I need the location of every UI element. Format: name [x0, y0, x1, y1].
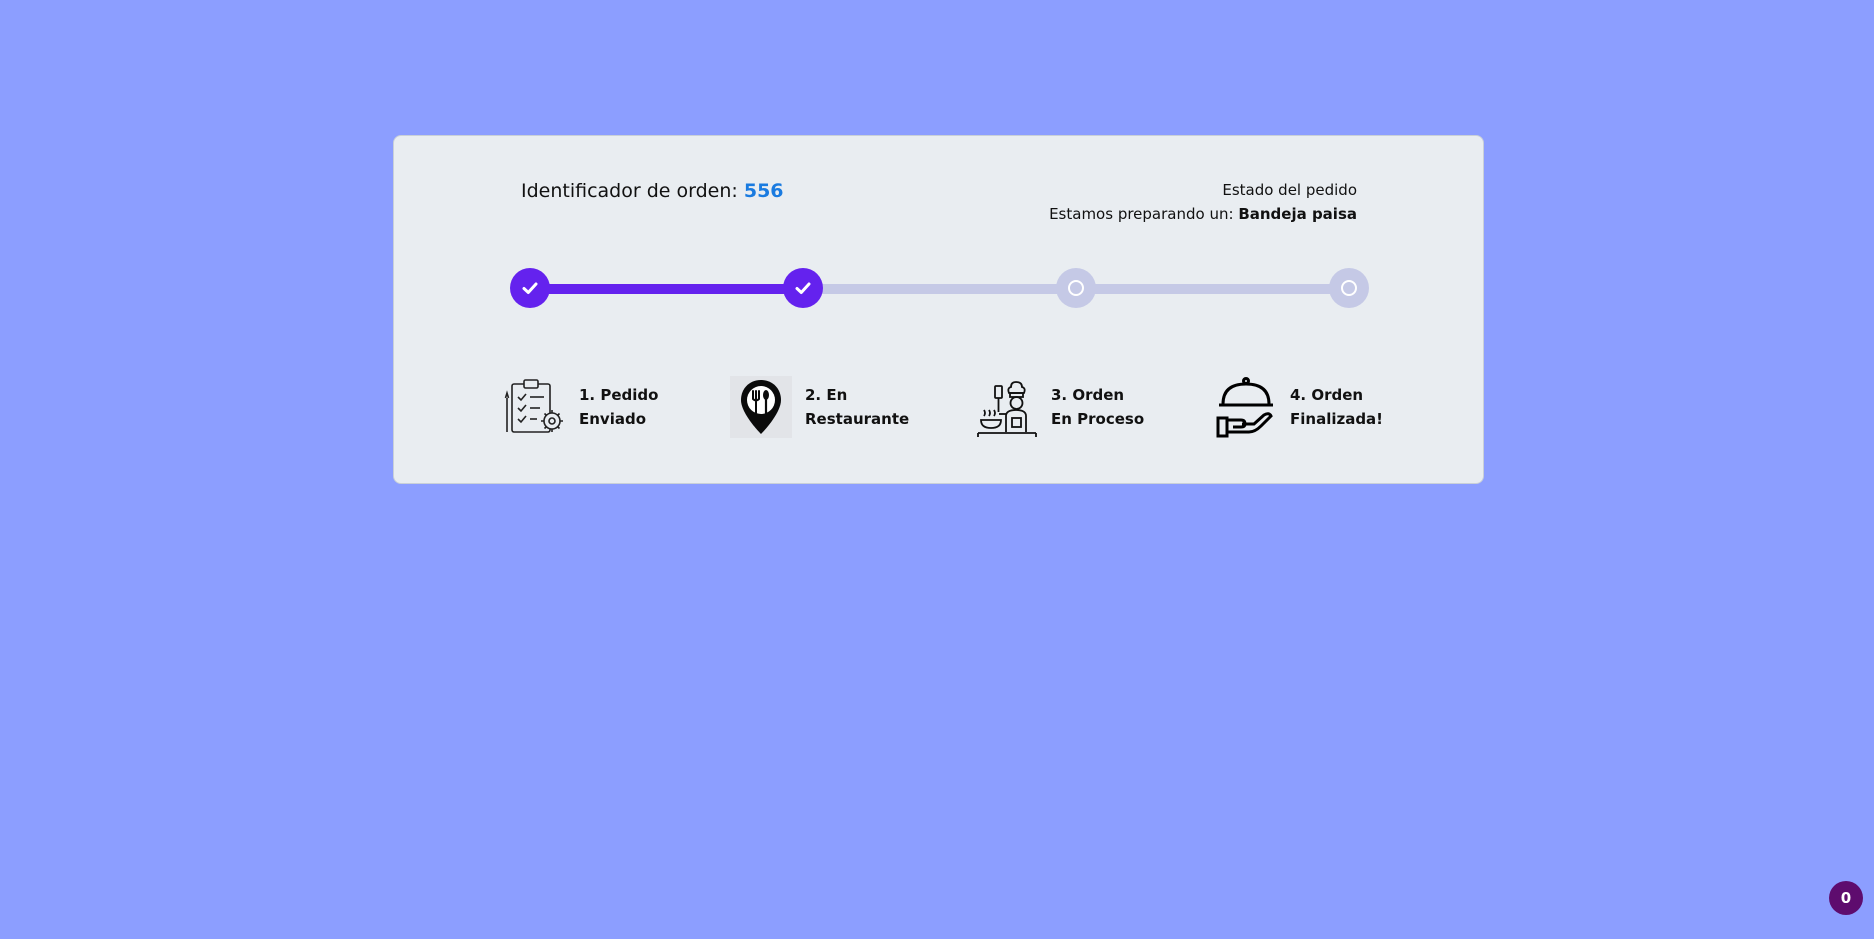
step-3-title: 3. Orden — [1051, 386, 1125, 404]
progress-fill — [530, 284, 804, 294]
dish-name: Bandeja paisa — [1238, 205, 1357, 223]
step-3-label: 3. Orden En Proceso — [1051, 383, 1151, 431]
preparing-label: Estamos preparando un: — [1049, 205, 1234, 223]
step-list: 1. Pedido Enviado 2. En Restaurante 3. O… — [394, 376, 1483, 446]
step-2: 2. En Restaurante — [730, 376, 910, 438]
step-2-subtitle: Restaurante — [805, 410, 910, 428]
step-1-subtitle: Enviado — [579, 410, 647, 428]
step-1-title: 1. Pedido — [579, 386, 659, 404]
step-4-subtitle: Finalizada! — [1290, 410, 1384, 428]
step-node-4 — [1329, 268, 1369, 308]
step-1: 1. Pedido Enviado — [504, 376, 679, 438]
step-3-subtitle: En Proceso — [1051, 410, 1145, 428]
step-4-label: 4. Orden Finalizada! — [1290, 383, 1390, 431]
order-id-value: 556 — [743, 180, 784, 202]
status-preparing: Estamos preparando un: Bandeja paisa — [1049, 202, 1357, 226]
progress-stepper — [510, 268, 1370, 310]
order-status-card: Identificador de orden: 556 Estado del p… — [393, 135, 1484, 484]
check-icon — [522, 282, 538, 294]
step-1-label: 1. Pedido Enviado — [579, 383, 679, 431]
order-status: Estado del pedido Estamos preparando un:… — [1049, 178, 1357, 226]
check-icon — [795, 282, 811, 294]
step-node-1 — [510, 268, 550, 308]
step-4: 4. Orden Finalizada! — [1215, 376, 1390, 438]
progress-track — [530, 284, 1350, 294]
step-2-title: 2. En — [805, 386, 848, 404]
restaurant-pin-icon — [730, 376, 792, 438]
step-node-2 — [783, 268, 823, 308]
order-id-label: Identificador de orden: — [521, 180, 738, 202]
step-2-label: 2. En Restaurante — [805, 383, 910, 431]
circle-icon — [1341, 280, 1357, 296]
order-identifier: Identificador de orden: 556 — [521, 176, 784, 206]
clipboard-gear-icon — [504, 376, 566, 438]
chef-cooking-icon — [976, 376, 1038, 438]
serving-cloche-icon — [1215, 376, 1277, 438]
circle-icon — [1068, 280, 1084, 296]
notification-badge[interactable]: 0 — [1829, 881, 1863, 915]
status-title: Estado del pedido — [1222, 181, 1357, 199]
step-3: 3. Orden En Proceso — [976, 376, 1151, 438]
step-node-3 — [1056, 268, 1096, 308]
step-4-title: 4. Orden — [1290, 386, 1364, 404]
